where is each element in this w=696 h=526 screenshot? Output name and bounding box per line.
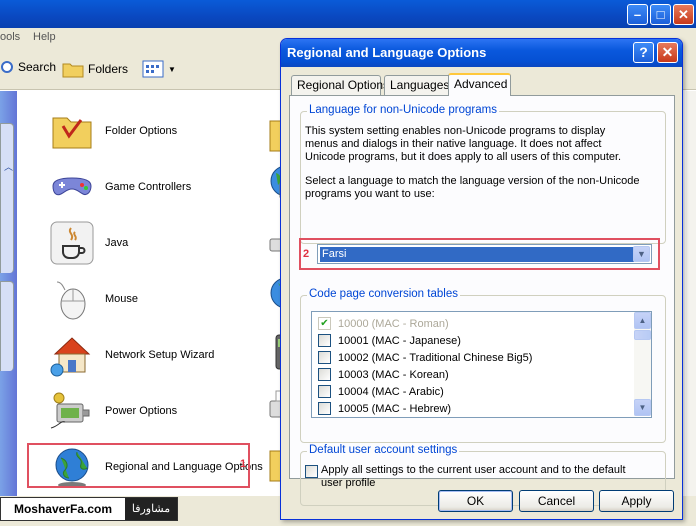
dialog-title: Regional and Language Options [287,45,487,60]
scroll-down-icon[interactable]: ▼ [634,399,651,416]
non-unicode-group: Language for non-Unicode programs This s… [300,104,666,244]
tab-languages[interactable]: Languages [384,75,454,95]
cp-item-power-options[interactable]: Power Options [49,385,177,437]
checkbox[interactable] [318,351,331,364]
search-button[interactable]: Search [0,60,56,74]
cancel-button[interactable]: Cancel [519,490,594,512]
mouse-icon [56,281,86,320]
non-unicode-description: This system setting enables non-Unicode … [305,125,622,163]
task-pane-group: ︿ [0,123,14,273]
power-options-icon [50,392,90,429]
tab-advanced[interactable]: Advanced [448,73,511,96]
list-item[interactable]: 10002 (MAC - Traditional Chinese Big5) [318,349,532,366]
background-title-bar: – □ ✕ [0,0,696,28]
list-item-label: 10002 (MAC - Traditional Chinese Big5) [338,351,533,364]
watermark-persian: مشاورفا [125,498,177,520]
folders-label: Folders [88,62,129,76]
scroll-up-icon[interactable]: ▲ [634,312,651,329]
scroll-thumb[interactable] [634,330,651,340]
callout-box-language [299,238,660,270]
background-scrollbar[interactable] [686,91,696,496]
regional-language-dialog: Regional and Language Options ? ✕ Region… [280,38,683,520]
item-label: Power Options [105,405,178,417]
list-item[interactable]: 10004 (MAC - Arabic) [318,383,444,400]
list-item[interactable]: 10001 (MAC - Japanese) [318,332,461,349]
task-pane-group-2 [0,281,14,371]
watermark-logo: MoshaverFa.com مشاورفا [0,497,178,521]
network-setup-icon [50,337,91,377]
advanced-tab-panel: Language for non-Unicode programs This s… [289,95,675,506]
list-item-label: 10001 (MAC - Japanese) [338,334,461,347]
watermark-english: MoshaverFa.com [1,498,125,520]
item-label: Java [105,237,129,249]
non-unicode-select-prompt: Select a language to match the language … [305,175,640,200]
callout-box-regional [27,443,250,488]
cp-item-java[interactable]: Java [49,217,128,269]
task-pane: ︿ [0,91,17,526]
dialog-title-bar[interactable]: Regional and Language Options ? ✕ [281,39,682,67]
list-item-label: 10005 (MAC - Hebrew) [338,402,452,415]
folders-icon [62,63,84,78]
list-item-label: 10003 (MAC - Korean) [338,368,449,381]
non-unicode-group-title: Language for non-Unicode programs [307,104,499,116]
list-scrollbar[interactable]: ▲ ▼ [634,312,651,416]
cp-item-network-setup[interactable]: Network Setup Wizard [49,329,214,381]
chevron-down-icon: ▼ [168,64,176,74]
code-page-list[interactable]: ✔ 10000 (MAC - Roman) 10001 (MAC - Japan… [311,311,652,418]
menu-help[interactable]: Help [33,31,56,43]
game-controller-icon [52,177,92,196]
search-icon [1,61,13,73]
list-item[interactable]: 10003 (MAC - Korean) [318,366,449,383]
dialog-close-button[interactable]: ✕ [657,42,678,63]
default-user-group-title: Default user account settings [307,444,460,456]
cp-item-mouse[interactable]: Mouse [49,273,138,325]
code-page-group-title: Code page conversion tables [307,288,460,300]
folders-button[interactable]: Folders [62,60,128,78]
minimize-button[interactable]: – [627,4,648,25]
folder-options-icon [52,117,92,149]
java-icon [50,221,94,265]
checkbox[interactable] [318,368,331,381]
tab-regional-options[interactable]: Regional Options [291,75,389,95]
checkbox[interactable]: ✔ [318,317,331,330]
cp-item-folder-options[interactable]: Folder Options [49,105,177,157]
item-label: Mouse [105,293,139,305]
list-item-label: 10000 (MAC - Roman) [338,317,449,330]
cp-item-game-controllers[interactable]: Game Controllers [49,161,191,213]
callout-number-1: 1 [240,458,247,470]
search-label: Search [18,60,57,74]
close-button[interactable]: ✕ [673,4,694,25]
checkbox[interactable] [318,402,331,415]
item-label: Network Setup Wizard [105,349,215,361]
list-item-label: 10004 (MAC - Arabic) [338,385,444,398]
checkbox[interactable] [318,385,331,398]
apply-default-checkbox[interactable] [305,465,318,478]
collapse-icon[interactable]: ︿ [4,158,13,176]
apply-button[interactable]: Apply [599,490,674,512]
maximize-button[interactable]: □ [650,4,671,25]
item-label: Folder Options [105,125,178,137]
item-label: Game Controllers [105,181,192,193]
views-button[interactable]: ▼ [142,60,176,78]
list-item[interactable]: ✔ 10000 (MAC - Roman) [318,315,449,332]
ok-button[interactable]: OK [438,490,513,512]
apply-default-label[interactable]: Apply all settings to the current user a… [321,464,631,490]
list-item[interactable]: 10005 (MAC - Hebrew) [318,400,451,417]
views-icon [142,60,164,78]
help-button[interactable]: ? [633,42,654,63]
menu-tools[interactable]: ools [0,31,20,43]
checkbox[interactable] [318,334,331,347]
callout-number-2: 2 [303,248,310,260]
